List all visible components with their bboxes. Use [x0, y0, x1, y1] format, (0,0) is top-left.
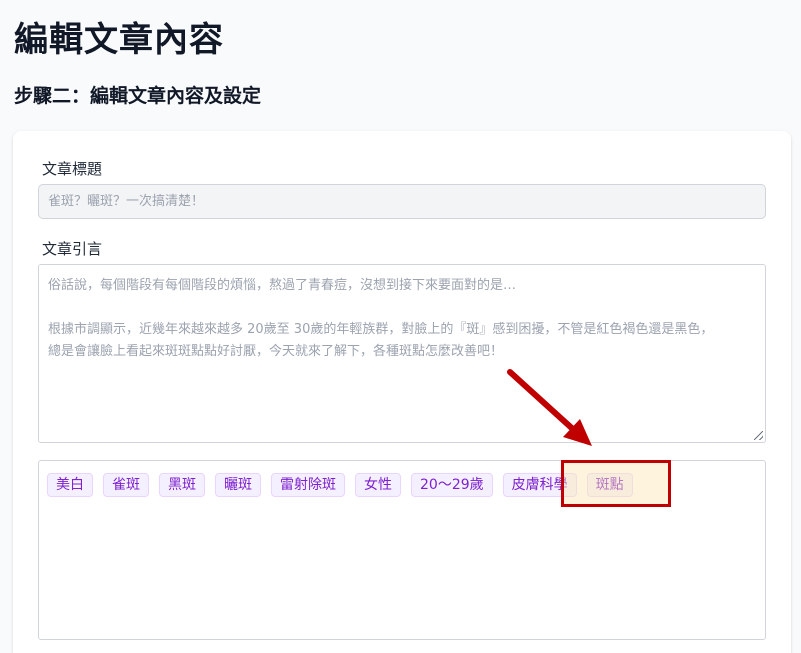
tag[interactable]: 20～29歲	[411, 473, 493, 497]
page-title: 編輯文章內容	[14, 20, 224, 60]
tag[interactable]: 美白	[47, 473, 93, 497]
tag[interactable]: 黑斑	[159, 473, 205, 497]
intro-line: 俗話說，每個階段有每個階段的煩惱，熬過了青春痘，沒想到接下來要面對的是…	[48, 278, 517, 293]
tag[interactable]: 皮膚科學	[502, 473, 577, 497]
intro-label: 文章引言	[42, 240, 103, 258]
step-title: 步驟二：編輯文章內容及設定	[14, 85, 262, 107]
resize-handle-icon[interactable]	[754, 431, 763, 440]
intro-textarea[interactable]: 俗話說，每個階段有每個階段的煩惱，熬過了青春痘，沒想到接下來要面對的是… 根據市…	[38, 264, 766, 443]
tag-highlighted[interactable]: 斑點	[586, 473, 633, 497]
edit-card: 文章標題 雀斑？曬斑？一次搞清楚！ 文章引言 俗話說，每個階段有每個階段的煩惱，…	[13, 131, 791, 653]
tag-list: 美白 雀斑 黑斑 曬斑 雷射除斑 女性 20～29歲 皮膚科學 斑點	[47, 473, 633, 497]
tags-input[interactable]: 美白 雀斑 黑斑 曬斑 雷射除斑 女性 20～29歲 皮膚科學 斑點	[38, 460, 766, 640]
title-input[interactable]: 雀斑？曬斑？一次搞清楚！	[38, 184, 766, 219]
tag[interactable]: 女性	[355, 473, 401, 497]
tag[interactable]: 曬斑	[215, 473, 261, 497]
title-label: 文章標題	[42, 160, 103, 178]
intro-line: 總是會讓臉上看起來斑斑點點好討厭，今天就來了解下，各種斑點怎麼改善吧！	[48, 344, 504, 359]
intro-line: 根據市調顯示，近幾年來越來越多 20歲至 30歲的年輕族群，對臉上的『斑』感到困…	[48, 322, 714, 337]
tag[interactable]: 雀斑	[103, 473, 149, 497]
tag[interactable]: 雷射除斑	[271, 473, 345, 497]
